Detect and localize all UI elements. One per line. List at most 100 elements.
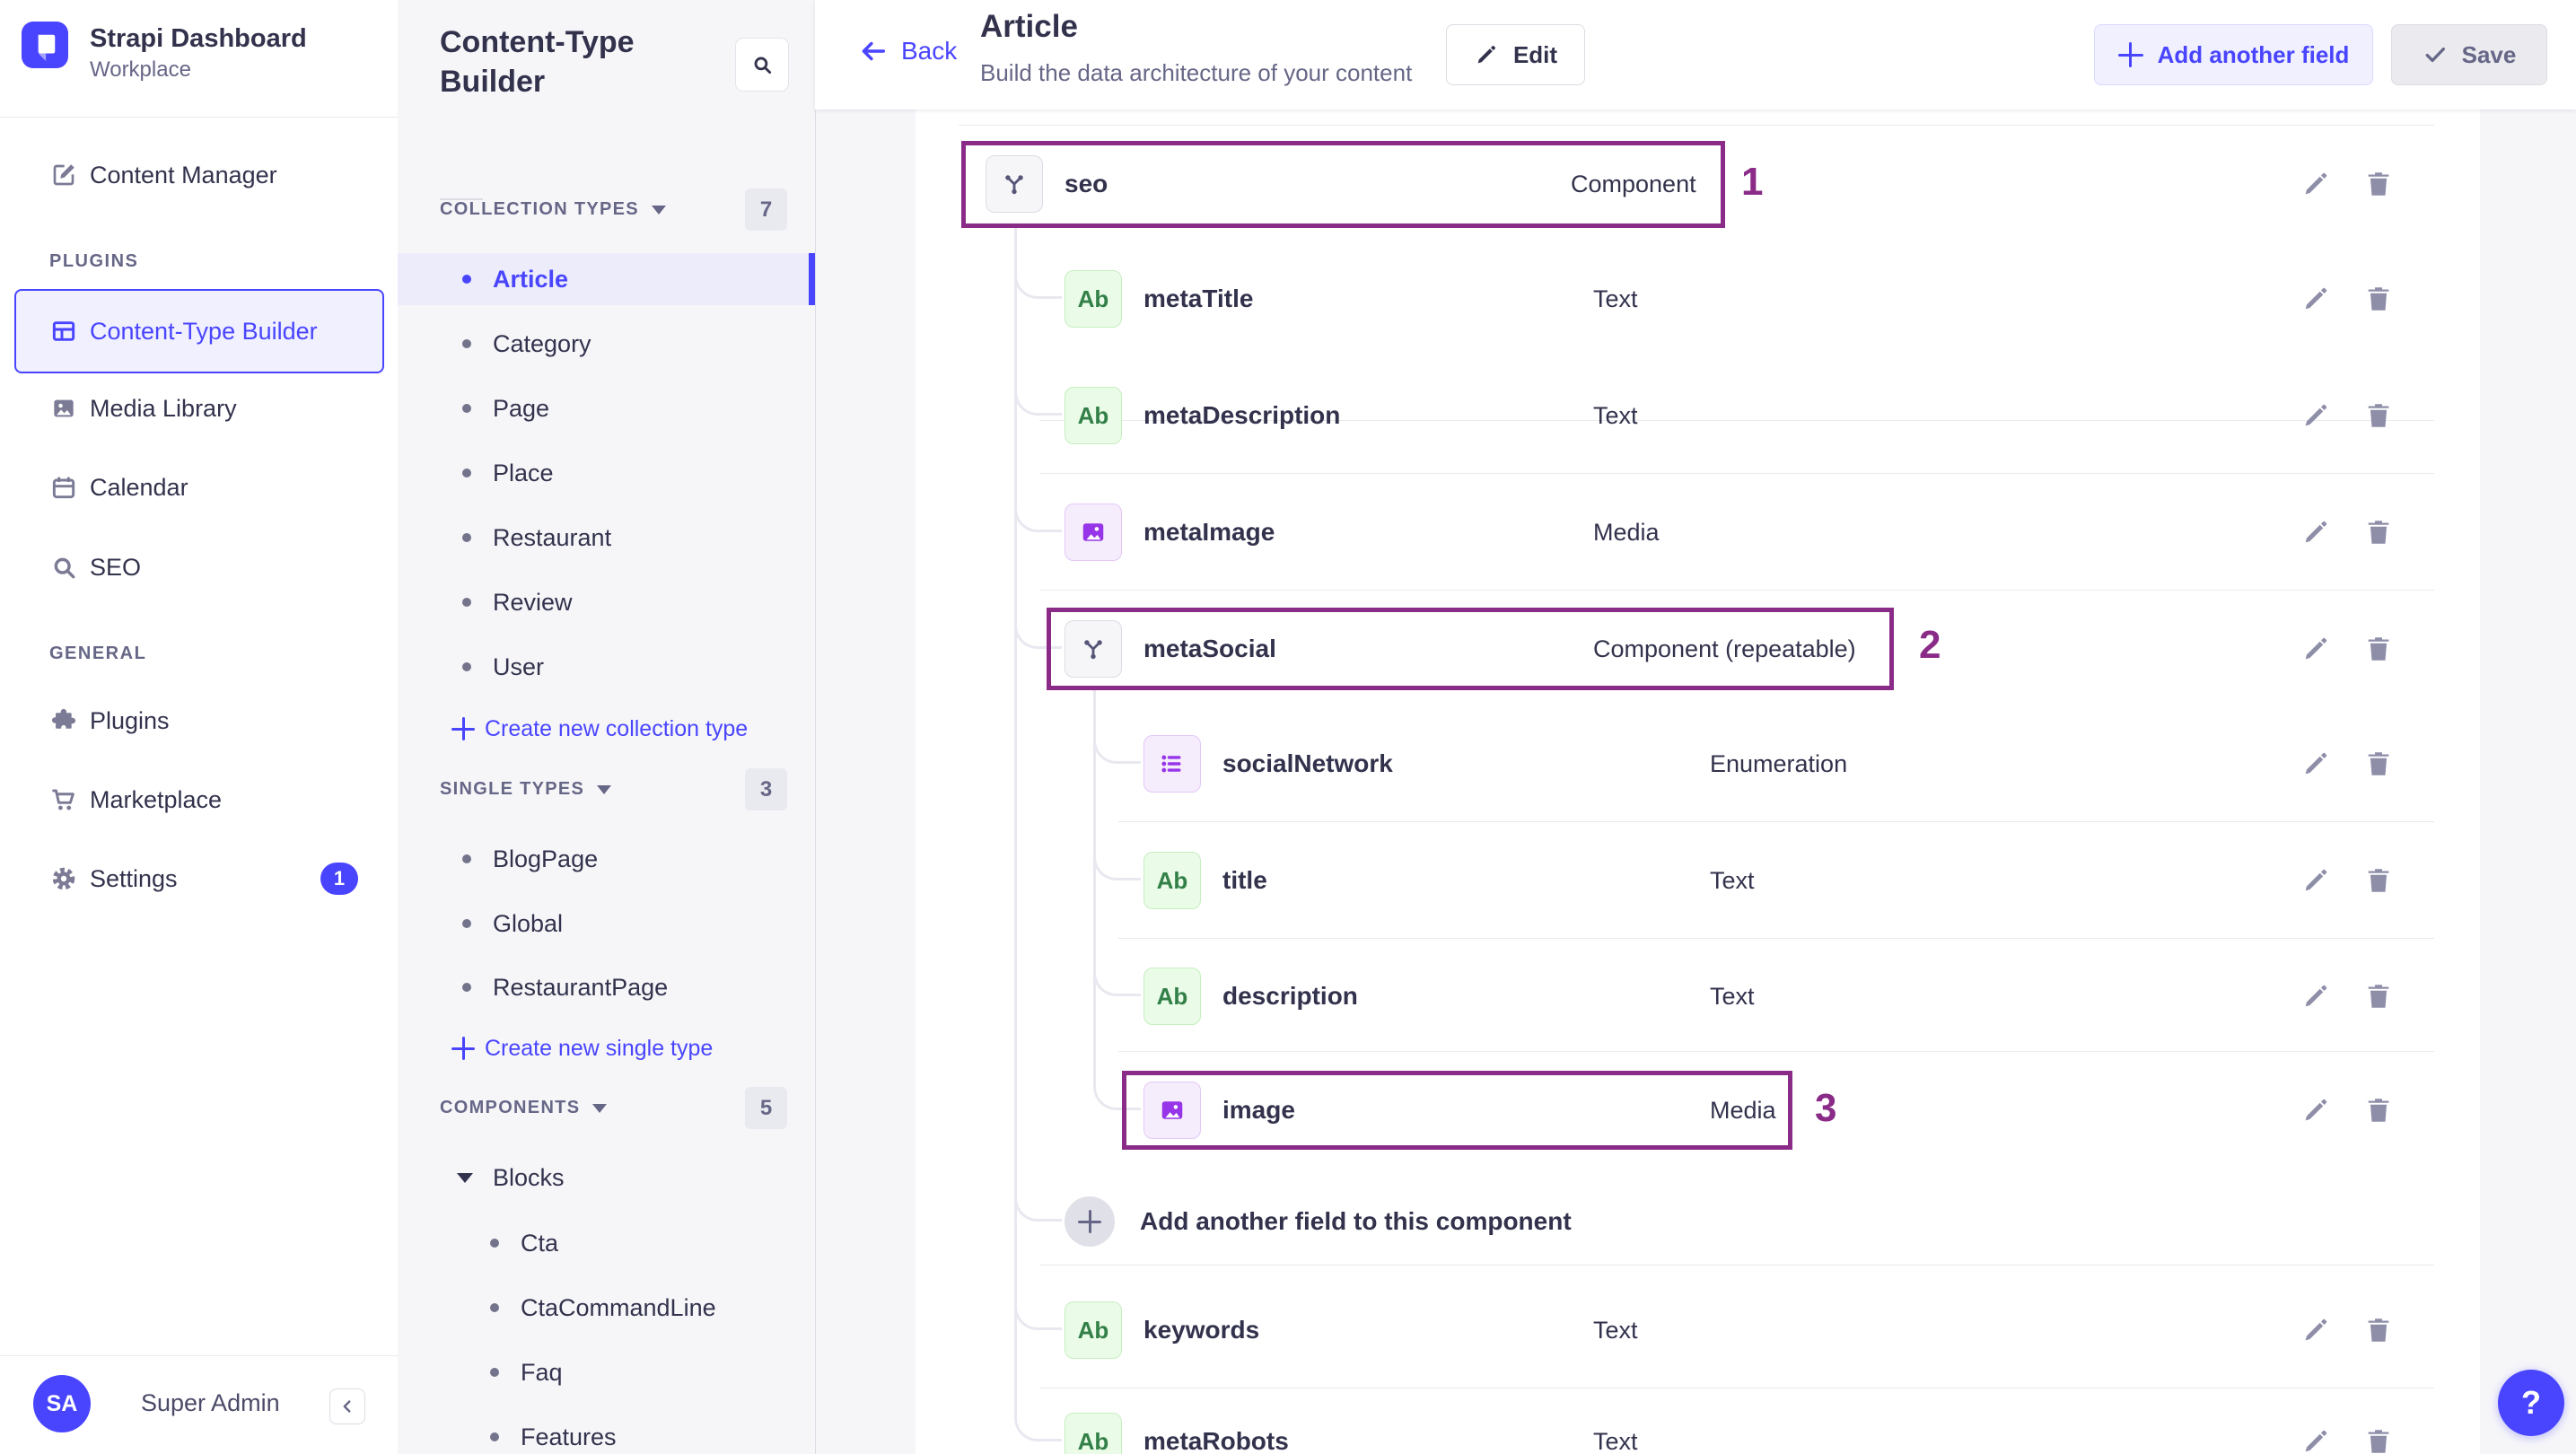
- sidebar-item-calendar[interactable]: Calendar: [0, 460, 398, 514]
- sidebar-item-review[interactable]: Review: [398, 576, 815, 628]
- help-button[interactable]: ?: [2498, 1370, 2564, 1436]
- bullet-icon: [462, 919, 471, 928]
- components-header[interactable]: COMPONENTS: [440, 1087, 608, 1129]
- delete-field-button[interactable]: [2363, 865, 2394, 896]
- delete-field-button[interactable]: [2363, 400, 2394, 431]
- field-row-description: Ab description Text: [959, 938, 2437, 1055]
- text-field-icon: Ab: [1143, 852, 1201, 909]
- create-collection-type-link[interactable]: Create new collection type: [398, 705, 815, 752]
- sidebar-item-media-library[interactable]: Media Library: [0, 381, 398, 435]
- divider: [0, 1355, 398, 1356]
- puzzle-icon: [49, 706, 78, 735]
- bullet-icon: [490, 1303, 499, 1312]
- edit-field-button[interactable]: [2300, 865, 2331, 896]
- sidebar-item-seo[interactable]: SEO: [0, 540, 398, 594]
- edit-field-button[interactable]: [2300, 1095, 2331, 1126]
- edit-field-button[interactable]: [2300, 284, 2331, 314]
- save-button[interactable]: Save: [2391, 24, 2547, 85]
- sidebar-item-content-type-builder[interactable]: Content-Type Builder: [14, 289, 384, 373]
- text-field-icon: Ab: [1065, 270, 1122, 328]
- builder-sidebar: Content-Type Builder COLLECTION TYPES 7 …: [398, 0, 816, 1454]
- annotation-number-2: 2: [1919, 623, 1941, 667]
- enumeration-field-icon: [1143, 735, 1201, 793]
- delete-field-button[interactable]: [2363, 284, 2394, 314]
- builder-title: Content-Type Builder: [440, 25, 635, 99]
- delete-field-button[interactable]: [2363, 634, 2394, 664]
- delete-field-button[interactable]: [2363, 749, 2394, 779]
- main-sidebar: Strapi Dashboard Workplace Content Manag…: [0, 0, 399, 1454]
- plus-icon: [451, 717, 475, 740]
- collection-types-header[interactable]: COLLECTION TYPES: [440, 188, 666, 231]
- field-row-metasocial: metaSocial Component (repeatable): [959, 591, 2437, 707]
- delete-field-button[interactable]: [2363, 1426, 2394, 1454]
- bullet-icon: [490, 1432, 499, 1441]
- sidebar-item-plugins[interactable]: Plugins: [0, 694, 398, 748]
- text-field-icon: Ab: [1065, 1413, 1122, 1454]
- back-link[interactable]: Back: [858, 36, 957, 66]
- sidebar-group-blocks[interactable]: Blocks: [398, 1152, 815, 1204]
- plus-icon: [2117, 42, 2143, 67]
- page-header: Back Article Build the data architecture…: [815, 0, 2576, 109]
- media-field-icon: [1065, 504, 1122, 561]
- sidebar-item-restaurantpage[interactable]: RestaurantPage: [398, 961, 815, 1013]
- single-types-count: 3: [745, 768, 787, 810]
- delete-field-button[interactable]: [2363, 1315, 2394, 1345]
- delete-field-button[interactable]: [2363, 1095, 2394, 1126]
- delete-field-button[interactable]: [2363, 981, 2394, 1012]
- search-button[interactable]: [735, 38, 789, 92]
- plus-icon: [1078, 1210, 1101, 1233]
- sidebar-item-global[interactable]: Global: [398, 898, 815, 950]
- edit-field-button[interactable]: [2300, 169, 2331, 199]
- sidebar-item-settings[interactable]: Settings 1: [0, 852, 398, 906]
- bullet-icon: [462, 339, 471, 348]
- delete-field-button[interactable]: [2363, 169, 2394, 199]
- field-row-metatitle: Ab metaTitle Text: [959, 241, 2437, 357]
- edit-button[interactable]: Edit: [1446, 24, 1585, 85]
- component-field-icon: [1065, 620, 1122, 678]
- chevron-down-icon: [592, 1103, 608, 1113]
- edit-field-button[interactable]: [2300, 400, 2331, 431]
- media-field-icon: [1143, 1082, 1201, 1139]
- edit-field-button[interactable]: [2300, 1426, 2331, 1454]
- sidebar-item-place[interactable]: Place: [398, 447, 815, 499]
- bullet-icon: [462, 275, 471, 284]
- collapse-sidebar-button[interactable]: [329, 1388, 365, 1424]
- create-single-type-link[interactable]: Create new single type: [398, 1025, 815, 1072]
- user-name: Super Admin: [141, 1389, 280, 1416]
- sidebar-item-blogpage[interactable]: BlogPage: [398, 833, 815, 885]
- bullet-icon: [462, 662, 471, 671]
- edit-field-button[interactable]: [2300, 634, 2331, 664]
- strapi-logo-icon[interactable]: [22, 22, 68, 68]
- sidebar-item-content-manager[interactable]: Content Manager: [0, 148, 398, 202]
- field-row-metadescription: Ab metaDescription Text: [959, 357, 2437, 474]
- field-row-seo: seo Component: [959, 126, 2437, 242]
- edit-field-button[interactable]: [2300, 981, 2331, 1012]
- edit-field-button[interactable]: [2300, 517, 2331, 547]
- delete-field-button[interactable]: [2363, 517, 2394, 547]
- sidebar-item-article[interactable]: Article: [398, 253, 815, 305]
- add-field-to-component-button[interactable]: Add another field to this component: [959, 1163, 2437, 1280]
- sidebar-item-page[interactable]: Page: [398, 382, 815, 434]
- avatar[interactable]: SA: [33, 1375, 91, 1432]
- bullet-icon: [462, 533, 471, 542]
- sidebar-item-features[interactable]: Features: [398, 1411, 815, 1454]
- edit-field-button[interactable]: [2300, 1315, 2331, 1345]
- general-section-label: GENERAL: [49, 644, 147, 663]
- sidebar-item-marketplace[interactable]: Marketplace: [0, 773, 398, 827]
- edit-field-button[interactable]: [2300, 749, 2331, 779]
- page-title: Article: [980, 9, 1078, 44]
- sidebar-item-cta[interactable]: Cta: [398, 1217, 815, 1269]
- add-another-field-button[interactable]: Add another field: [2094, 24, 2373, 85]
- single-types-header[interactable]: SINGLE TYPES: [440, 768, 612, 810]
- text-field-icon: Ab: [1065, 1301, 1122, 1359]
- sidebar-item-user[interactable]: User: [398, 641, 815, 693]
- component-field-icon: [986, 155, 1043, 213]
- search-icon: [750, 53, 774, 76]
- sidebar-item-faq[interactable]: Faq: [398, 1346, 815, 1398]
- bullet-icon: [462, 854, 471, 863]
- sidebar-item-category[interactable]: Category: [398, 318, 815, 370]
- app-title: Strapi Dashboard: [90, 24, 307, 53]
- chevron-down-icon: [457, 1172, 473, 1183]
- sidebar-item-ctacommandline[interactable]: CtaCommandLine: [398, 1282, 815, 1334]
- sidebar-item-restaurant[interactable]: Restaurant: [398, 512, 815, 564]
